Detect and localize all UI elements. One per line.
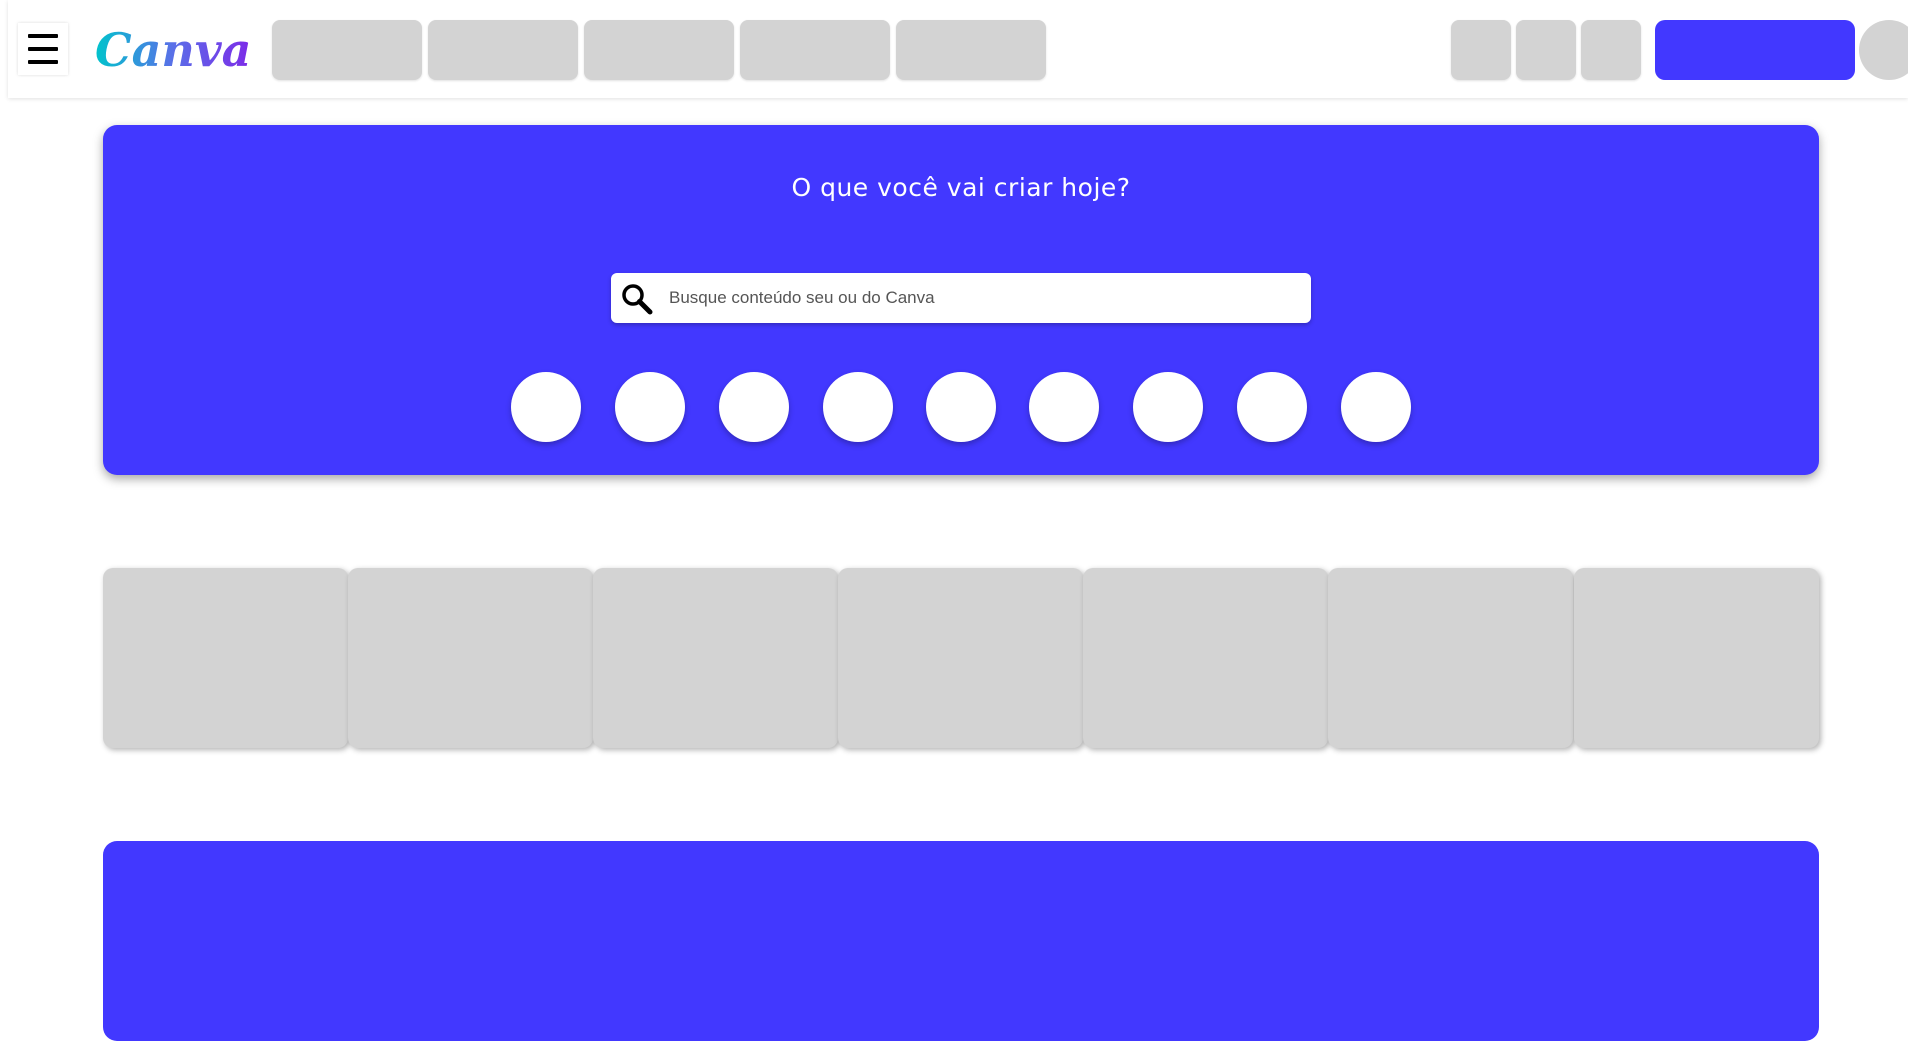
search-box[interactable]	[611, 273, 1311, 323]
design-shortcut-1[interactable]	[511, 372, 581, 442]
nav-tab-3[interactable]	[584, 20, 734, 80]
hamburger-menu-button[interactable]	[18, 23, 68, 75]
nav-tab-5[interactable]	[896, 20, 1046, 80]
design-shortcut-8[interactable]	[1237, 372, 1307, 442]
promo-banner[interactable]	[103, 841, 1819, 1041]
nav-tab-1[interactable]	[272, 20, 422, 80]
template-card-7[interactable]	[1574, 568, 1819, 748]
template-card-5[interactable]	[1083, 568, 1328, 748]
top-header: Canva	[8, 0, 1908, 98]
hamburger-menu-icon	[28, 34, 58, 38]
design-shortcut-6[interactable]	[1029, 372, 1099, 442]
design-shortcut-4[interactable]	[823, 372, 893, 442]
header-action-button-3[interactable]	[1581, 20, 1641, 80]
template-card-3[interactable]	[593, 568, 838, 748]
logo-text: Canva	[95, 23, 251, 77]
design-shortcut-5[interactable]	[926, 372, 996, 442]
user-avatar[interactable]	[1859, 20, 1908, 80]
design-shortcut-9[interactable]	[1341, 372, 1411, 442]
header-action-button-1[interactable]	[1451, 20, 1511, 80]
search-icon	[622, 284, 653, 315]
hamburger-menu-icon-bar	[28, 47, 58, 51]
template-card-2[interactable]	[348, 568, 593, 748]
template-card-6[interactable]	[1328, 568, 1573, 748]
template-card-4[interactable]	[838, 568, 1083, 748]
template-card-1[interactable]	[103, 568, 348, 748]
nav-tab-4[interactable]	[740, 20, 890, 80]
nav-tab-2[interactable]	[428, 20, 578, 80]
design-shortcut-7[interactable]	[1133, 372, 1203, 442]
design-shortcut-3[interactable]	[719, 372, 789, 442]
hero-title: O que você vai criar hoje?	[791, 173, 1131, 202]
canva-logo[interactable]: Canva	[91, 10, 251, 90]
create-design-button[interactable]	[1655, 20, 1855, 80]
design-shortcut-2[interactable]	[615, 372, 685, 442]
search-input[interactable]	[663, 273, 1293, 323]
hamburger-menu-icon-bar	[28, 60, 58, 64]
header-action-button-2[interactable]	[1516, 20, 1576, 80]
hero-banner: O que você vai criar hoje?	[103, 125, 1819, 475]
